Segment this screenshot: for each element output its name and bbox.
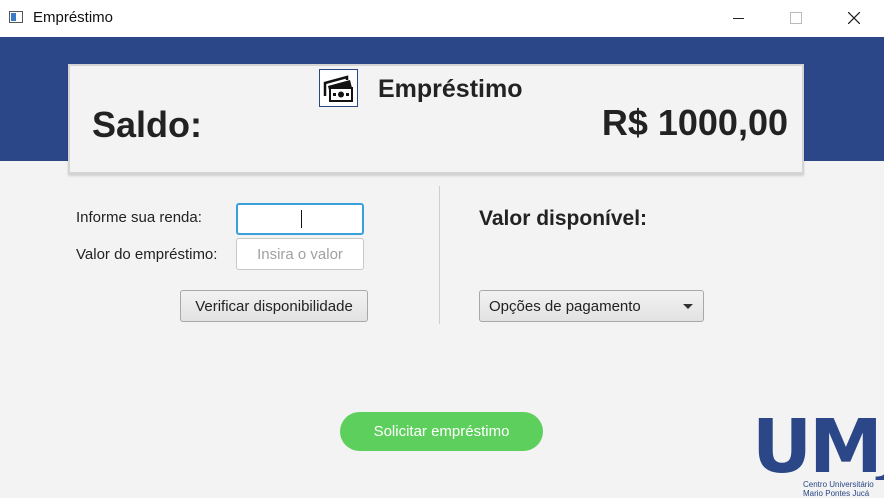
divider xyxy=(439,186,440,324)
umj-logo: UMJ xyxy=(752,404,884,490)
payment-options-select[interactable]: Opções de pagamento xyxy=(479,290,704,322)
loan-amount-input[interactable] xyxy=(236,238,364,270)
close-icon[interactable] xyxy=(831,0,877,37)
balance-label: Saldo: xyxy=(92,104,203,145)
income-input[interactable] xyxy=(236,203,364,235)
income-label: Informe sua renda: xyxy=(76,209,202,226)
minimize-icon[interactable] xyxy=(715,0,761,37)
maximize-icon[interactable] xyxy=(772,0,818,37)
available-amount-label: Valor disponível: xyxy=(479,207,648,230)
logo-subtitle: Centro Universitário Mario Pontes Jucá xyxy=(803,480,874,498)
balance-value: R$ 1000,00 xyxy=(601,102,788,143)
window-icon xyxy=(9,11,23,23)
loan-amount-label: Valor do empréstimo: xyxy=(76,246,218,263)
money-icon xyxy=(319,69,358,107)
chevron-down-icon xyxy=(683,304,693,309)
payment-options-label: Opções de pagamento xyxy=(489,298,641,315)
request-loan-button[interactable]: Solicitar empréstimo xyxy=(340,412,543,451)
svg-text:UMJ: UMJ xyxy=(752,404,884,480)
card-title: Empréstimo xyxy=(378,75,523,103)
window-title: Empréstimo xyxy=(33,9,114,26)
check-availability-button[interactable]: Verificar disponibilidade xyxy=(180,290,368,322)
title-bar: Empréstimo xyxy=(0,0,884,37)
